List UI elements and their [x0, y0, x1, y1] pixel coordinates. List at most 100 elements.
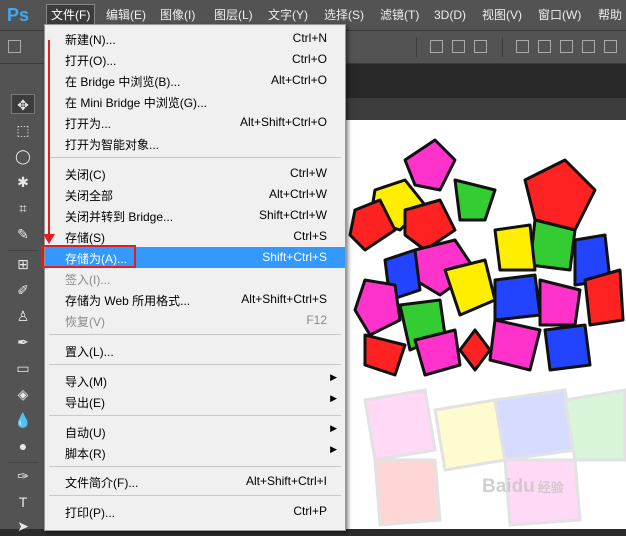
- menu-item-import[interactable]: 导入(M) ▶: [45, 370, 345, 391]
- menu-item-shortcut: Alt+Ctrl+W: [268, 187, 327, 201]
- document-tab-strip: [345, 98, 626, 120]
- menu-layer[interactable]: 图层(L): [210, 6, 257, 24]
- menu-item-label: 打开为...: [65, 117, 112, 131]
- menu-item-label: 脚本(R): [65, 447, 106, 461]
- menu-image[interactable]: 图像(I): [156, 6, 199, 24]
- healing-brush-tool-icon[interactable]: ⊞: [11, 254, 35, 274]
- marquee-tool-icon[interactable]: ⬚: [11, 120, 35, 140]
- distribute-top-icon[interactable]: [516, 40, 529, 53]
- menu-item-new[interactable]: 新建(N)... Ctrl+N: [45, 28, 345, 49]
- menu-item-open-as[interactable]: 打开为... Alt+Shift+Ctrl+O: [45, 112, 345, 133]
- menu-item-label: 在 Bridge 中浏览(B)...: [65, 75, 181, 89]
- eraser-tool-icon[interactable]: ▭: [11, 358, 35, 378]
- magic-wand-tool-icon[interactable]: ✱: [11, 172, 35, 192]
- move-options-icon[interactable]: [8, 40, 21, 53]
- menu-item-browse-bridge[interactable]: 在 Bridge 中浏览(B)... Alt+Ctrl+O: [45, 70, 345, 91]
- menu-window[interactable]: 窗口(W): [534, 6, 585, 24]
- menu-separator: [49, 334, 341, 335]
- menu-item-label: 新建(N)...: [65, 33, 116, 47]
- menu-item-export[interactable]: 导出(E) ▶: [45, 391, 345, 412]
- history-brush-tool-icon[interactable]: ✒: [11, 332, 35, 352]
- tool-divider: [8, 462, 38, 463]
- menu-3d[interactable]: 3D(D): [430, 6, 470, 24]
- menu-item-shortcut: Alt+Shift+Ctrl+O: [239, 115, 327, 129]
- menu-item-print[interactable]: 打印(P)... Ctrl+P: [45, 501, 345, 522]
- document-canvas[interactable]: [345, 120, 626, 529]
- menu-item-close-all[interactable]: 关闭全部 Alt+Ctrl+W: [45, 184, 345, 205]
- baidu-watermark: Baidu 经验: [482, 476, 564, 498]
- menu-item-label: 打开为智能对象...: [65, 138, 160, 152]
- menu-separator: [49, 364, 341, 365]
- menu-separator: [49, 466, 341, 467]
- menu-item-shortcut: Alt+Shift+Ctrl+S: [241, 292, 327, 306]
- menu-item-browse-mini-bridge[interactable]: 在 Mini Bridge 中浏览(G)...: [45, 91, 345, 112]
- menu-item-revert: 恢复(V) F12: [45, 310, 345, 331]
- menu-item-label: 导出(E): [65, 396, 105, 410]
- menu-item-shortcut: Shift+Ctrl+W: [258, 208, 327, 222]
- menu-item-save[interactable]: 存储(S) Ctrl+S: [45, 226, 345, 247]
- options-divider: [416, 37, 417, 57]
- menu-item-shortcut: Ctrl+O: [291, 52, 327, 66]
- menu-item-scripts[interactable]: 脚本(R) ▶: [45, 442, 345, 463]
- submenu-arrow-icon: ▶: [330, 372, 337, 382]
- menu-item-shortcut: Ctrl+S: [293, 229, 327, 243]
- distribute-bottom-icon[interactable]: [560, 40, 573, 53]
- menu-item-check-in: 签入(I)...: [45, 268, 345, 289]
- menu-item-label: 自动(U): [65, 426, 106, 440]
- menu-item-open-smart-object[interactable]: 打开为智能对象...: [45, 133, 345, 154]
- menu-separator: [49, 157, 341, 158]
- annotation-highlight-box: [41, 245, 136, 268]
- align-vcenter-icon[interactable]: [452, 40, 465, 53]
- menu-item-label: 存储为 Web 所用格式...: [65, 294, 191, 308]
- menu-item-shortcut: Shift+Ctrl+S: [262, 250, 327, 264]
- menu-item-label: 打印(P)...: [65, 506, 115, 520]
- menu-item-label: 置入(L)...: [65, 345, 114, 359]
- submenu-arrow-icon: ▶: [330, 393, 337, 403]
- menu-item-close-go-bridge[interactable]: 关闭并转到 Bridge... Shift+Ctrl+W: [45, 205, 345, 226]
- menu-separator: [49, 415, 341, 416]
- menu-item-shortcut: Alt+Ctrl+O: [270, 73, 327, 87]
- menu-select[interactable]: 选择(S): [320, 6, 368, 24]
- menu-item-place[interactable]: 置入(L)...: [45, 340, 345, 361]
- menu-item-save-for-web[interactable]: 存储为 Web 所用格式... Alt+Shift+Ctrl+S: [45, 289, 345, 310]
- menu-help[interactable]: 帮助: [594, 6, 626, 24]
- distribute-vcenter-icon[interactable]: [538, 40, 551, 53]
- menu-item-file-info[interactable]: 文件简介(F)... Alt+Shift+Ctrl+I: [45, 471, 345, 492]
- menu-separator: [49, 495, 341, 496]
- paint-bucket-tool-icon[interactable]: ◈: [11, 384, 35, 404]
- distribute-left-icon[interactable]: [582, 40, 595, 53]
- menu-filter[interactable]: 滤镜(T): [376, 6, 423, 24]
- menu-item-label: 存储(S): [65, 231, 105, 245]
- menu-file[interactable]: 文件(F): [46, 4, 96, 26]
- submenu-arrow-icon: ▶: [330, 423, 337, 433]
- brush-tool-icon[interactable]: ✐: [11, 280, 35, 300]
- menu-item-automate[interactable]: 自动(U) ▶: [45, 421, 345, 442]
- clone-stamp-tool-icon[interactable]: ♙: [11, 306, 35, 326]
- options-divider: [502, 37, 503, 57]
- mosaic-artwork: [348, 138, 626, 527]
- menu-view[interactable]: 视图(V): [478, 6, 526, 24]
- distribute-right-icon[interactable]: [604, 40, 617, 53]
- tool-divider: [8, 250, 38, 251]
- menu-item-shortcut: Ctrl+W: [290, 166, 327, 180]
- menu-item-label: 文件简介(F)...: [65, 476, 139, 490]
- menu-item-close[interactable]: 关闭(C) Ctrl+W: [45, 163, 345, 184]
- crop-tool-icon[interactable]: ⌗: [11, 198, 35, 218]
- align-bottom-icon[interactable]: [474, 40, 487, 53]
- menu-item-shortcut: Ctrl+N: [292, 31, 327, 45]
- menu-edit[interactable]: 编辑(E): [102, 6, 150, 24]
- watermark-suffix: 经验: [537, 480, 564, 495]
- lasso-tool-icon[interactable]: ◯: [11, 146, 35, 166]
- annotation-arrow-head-icon: [43, 234, 55, 244]
- move-tool-icon[interactable]: ✥: [11, 94, 35, 114]
- dodge-tool-icon[interactable]: ●: [11, 436, 35, 456]
- type-tool-icon[interactable]: T: [11, 492, 35, 512]
- menu-item-open[interactable]: 打开(O)... Ctrl+O: [45, 49, 345, 70]
- eyedropper-tool-icon[interactable]: ✎: [11, 224, 35, 244]
- blur-tool-icon[interactable]: 💧: [11, 410, 35, 430]
- menu-item-label: 关闭全部: [65, 189, 114, 203]
- align-top-icon[interactable]: [430, 40, 443, 53]
- path-select-tool-icon[interactable]: ➤: [11, 516, 35, 536]
- menu-type[interactable]: 文字(Y): [264, 6, 312, 24]
- pen-tool-icon[interactable]: ✑: [11, 466, 35, 486]
